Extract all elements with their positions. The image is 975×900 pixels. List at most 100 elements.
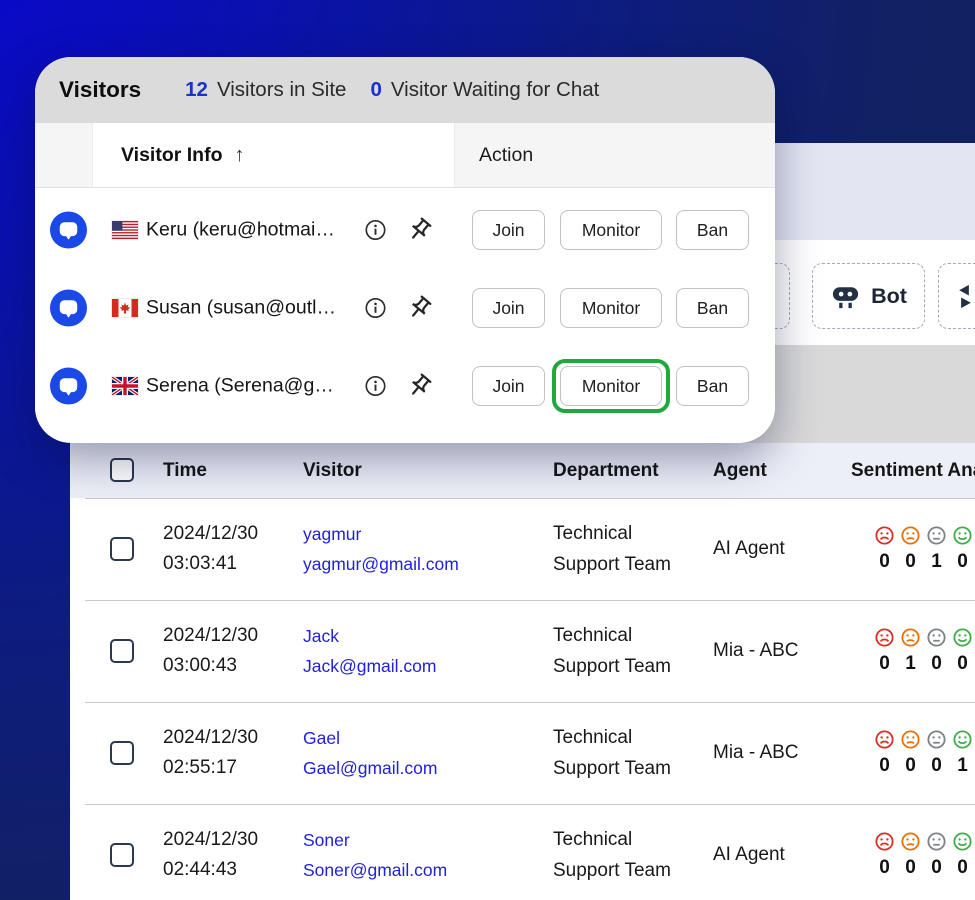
popup-title: Visitors bbox=[59, 77, 141, 103]
sentiment-neutral-icon bbox=[926, 525, 947, 546]
chat-time: 03:03:41 bbox=[163, 549, 258, 579]
cell-visitor: Jack Jack@gmail.com bbox=[303, 621, 437, 681]
visitor-name-link[interactable]: Jack bbox=[303, 621, 437, 651]
sort-ascending-icon: ↑ bbox=[234, 144, 244, 167]
sentiment-neutral-icon bbox=[926, 627, 947, 648]
pin-icon[interactable] bbox=[406, 373, 433, 400]
monitor-button[interactable]: Monitor bbox=[560, 288, 662, 328]
sentiment-neutral-icon bbox=[926, 831, 947, 852]
visitors-waiting-stat: 0 Visitor Waiting for Chat bbox=[370, 78, 599, 102]
col-header-visitor: Visitor bbox=[303, 460, 362, 482]
visitors-waiting-label: Visitor Waiting for Chat bbox=[391, 78, 600, 102]
visitor-info-sort-header[interactable]: Visitor Info ↑ bbox=[92, 123, 455, 187]
col-header-agent: Agent bbox=[713, 460, 767, 482]
row-divider bbox=[85, 498, 975, 499]
row-checkbox[interactable] bbox=[110, 843, 134, 867]
sentiment-happy-icon bbox=[952, 627, 973, 648]
chat-time: 02:44:43 bbox=[163, 855, 258, 885]
pin-icon[interactable] bbox=[406, 295, 433, 322]
join-button[interactable]: Join bbox=[472, 210, 545, 250]
chat-time: 02:55:17 bbox=[163, 753, 258, 783]
pin-icon[interactable] bbox=[406, 217, 433, 244]
cell-time: 2024/12/30 02:55:17 bbox=[163, 723, 258, 783]
chat-bubble-icon[interactable] bbox=[50, 368, 87, 405]
visitor-email-link[interactable]: Jack@gmail.com bbox=[303, 651, 437, 681]
visitors-in-site-stat: 12 Visitors in Site bbox=[185, 78, 346, 102]
robot-icon bbox=[830, 281, 861, 312]
ban-button[interactable]: Ban bbox=[676, 210, 749, 250]
bot-button[interactable]: Bot bbox=[812, 263, 925, 329]
cell-time: 2024/12/30 03:03:41 bbox=[163, 519, 258, 579]
ban-button[interactable]: Ban bbox=[676, 288, 749, 328]
monitor-button-highlighted[interactable]: Monitor bbox=[560, 366, 662, 406]
sentiment-counts: 0001 bbox=[874, 755, 973, 777]
chat-bubble-icon[interactable] bbox=[50, 212, 87, 249]
sentiment-happy-icon bbox=[952, 729, 973, 750]
visitor-email-link[interactable]: Soner@gmail.com bbox=[303, 855, 447, 885]
cell-department: Technical Support Team bbox=[553, 518, 687, 580]
select-all-checkbox[interactable] bbox=[110, 458, 134, 482]
row-checkbox[interactable] bbox=[110, 537, 134, 561]
transfer-icon bbox=[952, 281, 975, 312]
chat-date: 2024/12/30 bbox=[163, 723, 258, 753]
sentiment-counts: 0010 bbox=[874, 551, 973, 573]
sentiment-sad-icon bbox=[900, 729, 921, 750]
row-checkbox[interactable] bbox=[110, 741, 134, 765]
visitors-waiting-count: 0 bbox=[370, 78, 381, 102]
partial-transfer-button[interactable] bbox=[938, 263, 975, 329]
visitor-info-label: Visitor Info bbox=[121, 144, 222, 167]
join-button[interactable]: Join bbox=[472, 288, 545, 328]
col-header-time: Time bbox=[163, 460, 207, 482]
cell-agent: Mia - ABC bbox=[713, 739, 807, 767]
ban-button[interactable]: Ban bbox=[676, 366, 749, 406]
visitors-in-site-label: Visitors in Site bbox=[217, 78, 347, 102]
table-row: 2024/12/30 02:55:17 Gael Gael@gmail.com … bbox=[70, 702, 975, 804]
info-icon[interactable] bbox=[364, 375, 387, 398]
visitor-email-link[interactable]: Gael@gmail.com bbox=[303, 753, 437, 783]
visitor-name-link[interactable]: Soner bbox=[303, 825, 447, 855]
col-header-department: Department bbox=[553, 460, 659, 482]
monitor-button[interactable]: Monitor bbox=[560, 210, 662, 250]
cell-sentiment: 0100 bbox=[874, 627, 973, 675]
sentiment-happy-icon bbox=[952, 525, 973, 546]
cell-agent: AI Agent bbox=[713, 535, 807, 563]
chat-date: 2024/12/30 bbox=[163, 825, 258, 855]
popup-columns-header: Visitor Info ↑ Action bbox=[35, 123, 775, 188]
popup-header: Visitors 12 Visitors in Site 0 Visitor W… bbox=[35, 57, 775, 123]
cell-time: 2024/12/30 03:00:43 bbox=[163, 621, 258, 681]
table-row: 2024/12/30 02:44:43 Soner Soner@gmail.co… bbox=[70, 804, 975, 900]
info-icon[interactable] bbox=[364, 297, 387, 320]
cell-agent: AI Agent bbox=[713, 841, 807, 869]
row-divider bbox=[85, 804, 975, 805]
action-label: Action bbox=[479, 144, 533, 167]
cell-department: Technical Support Team bbox=[553, 620, 687, 682]
visitors-in-site-count: 12 bbox=[185, 78, 208, 102]
visitor-name: Keru (keru@hotmai… bbox=[146, 219, 335, 242]
row-divider bbox=[85, 702, 975, 703]
visitor-row: Susan (susan@outl… Join Monitor Ban bbox=[35, 269, 775, 347]
cell-visitor: Gael Gael@gmail.com bbox=[303, 723, 437, 783]
chat-date: 2024/12/30 bbox=[163, 519, 258, 549]
sentiment-neutral-icon bbox=[926, 729, 947, 750]
action-column-header: Action bbox=[456, 123, 775, 187]
flag-usa-icon bbox=[112, 221, 138, 239]
visitor-row: Serena (Serena@g… Join Monitor Ban bbox=[35, 347, 775, 425]
row-checkbox[interactable] bbox=[110, 639, 134, 663]
chat-date: 2024/12/30 bbox=[163, 621, 258, 651]
visitor-name-link[interactable]: yagmur bbox=[303, 519, 459, 549]
sentiment-counts: 0000 bbox=[874, 857, 973, 879]
join-button[interactable]: Join bbox=[472, 366, 545, 406]
row-divider bbox=[85, 600, 975, 601]
cell-sentiment: 0010 bbox=[874, 525, 973, 573]
sentiment-sad-icon bbox=[900, 831, 921, 852]
visitor-email-link[interactable]: yagmur@gmail.com bbox=[303, 549, 459, 579]
info-icon[interactable] bbox=[364, 219, 387, 242]
table-row: 2024/12/30 03:00:43 Jack Jack@gmail.com … bbox=[70, 600, 975, 702]
cell-sentiment: 0000 bbox=[874, 831, 973, 879]
flag-uk-icon bbox=[112, 377, 138, 395]
flag-canada-icon bbox=[112, 299, 138, 317]
chat-bubble-icon[interactable] bbox=[50, 290, 87, 327]
visitor-name-link[interactable]: Gael bbox=[303, 723, 437, 753]
visitor-name: Susan (susan@outl… bbox=[146, 297, 336, 320]
sentiment-angry-icon bbox=[874, 627, 895, 648]
